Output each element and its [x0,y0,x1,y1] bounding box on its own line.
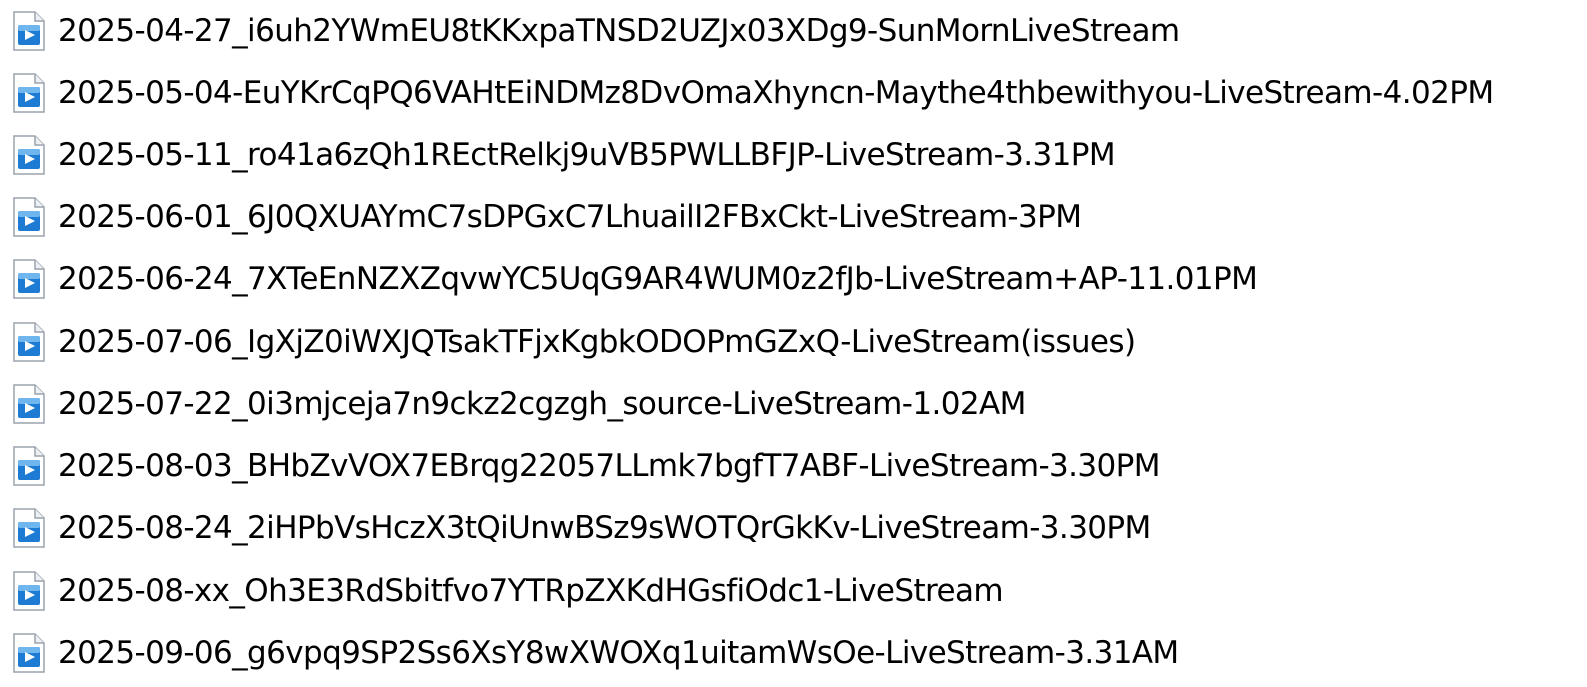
file-row[interactable]: 2025-05-11_ro41a6zQh1REctRelkj9uVB5PWLLB… [0,124,1587,186]
video-file-icon [12,197,46,237]
file-row[interactable]: 2025-05-04-EuYKrCqPQ6VAHtEiNDMz8DvOmaXhy… [0,62,1587,124]
video-file-icon [12,571,46,611]
file-row[interactable]: 2025-09-06_g6vpq9SP2Ss6XsY8wXWOXq1uitamW… [0,622,1587,684]
file-name: 2025-09-06_g6vpq9SP2Ss6XsY8wXWOXq1uitamW… [58,635,1179,671]
file-name: 2025-07-22_0i3mjceja7n9ckz2cgzgh_source-… [58,386,1026,422]
file-name: 2025-06-24_7XTeEnNZXZqvwYC5UqG9AR4WUM0z2… [58,261,1258,297]
file-row[interactable]: 2025-06-24_7XTeEnNZXZqvwYC5UqG9AR4WUM0z2… [0,248,1587,310]
video-file-icon [12,135,46,175]
video-file-icon [12,384,46,424]
file-name: 2025-07-06_IgXjZ0iWXJQTsakTFjxKgbkODOPmG… [58,324,1136,360]
video-file-icon [12,73,46,113]
file-name: 2025-05-11_ro41a6zQh1REctRelkj9uVB5PWLLB… [58,137,1116,173]
video-file-icon [12,259,46,299]
file-name: 2025-08-24_2iHPbVsHczX3tQiUnwBSz9sWOTQrG… [58,510,1151,546]
file-row[interactable]: 2025-07-22_0i3mjceja7n9ckz2cgzgh_source-… [0,373,1587,435]
file-name: 2025-05-04-EuYKrCqPQ6VAHtEiNDMz8DvOmaXhy… [58,75,1494,111]
video-file-icon [12,446,46,486]
file-name: 2025-08-03_BHbZvVOX7EBrqg22057LLmk7bgfT7… [58,448,1161,484]
video-file-icon [12,322,46,362]
file-row[interactable]: 2025-04-27_i6uh2YWmEU8tKKxpaTNSD2UZJx03X… [0,0,1587,62]
video-file-icon [12,633,46,673]
file-name: 2025-04-27_i6uh2YWmEU8tKKxpaTNSD2UZJx03X… [58,13,1180,49]
file-row[interactable]: 2025-08-xx_Oh3E3RdSbitfvo7YTRpZXKdHGsfiO… [0,560,1587,622]
video-file-icon [12,508,46,548]
file-row[interactable]: 2025-06-01_6J0QXUAYmC7sDPGxC7LhuailI2FBx… [0,186,1587,248]
file-name: 2025-06-01_6J0QXUAYmC7sDPGxC7LhuailI2FBx… [58,199,1082,235]
file-name: 2025-08-xx_Oh3E3RdSbitfvo7YTRpZXKdHGsfiO… [58,573,1004,609]
video-file-icon [12,11,46,51]
file-row[interactable]: 2025-07-06_IgXjZ0iWXJQTsakTFjxKgbkODOPmG… [0,311,1587,373]
file-list: 2025-04-27_i6uh2YWmEU8tKKxpaTNSD2UZJx03X… [0,0,1587,687]
file-row[interactable]: 2025-08-03_BHbZvVOX7EBrqg22057LLmk7bgfT7… [0,435,1587,497]
file-row[interactable]: 2025-08-24_2iHPbVsHczX3tQiUnwBSz9sWOTQrG… [0,497,1587,559]
